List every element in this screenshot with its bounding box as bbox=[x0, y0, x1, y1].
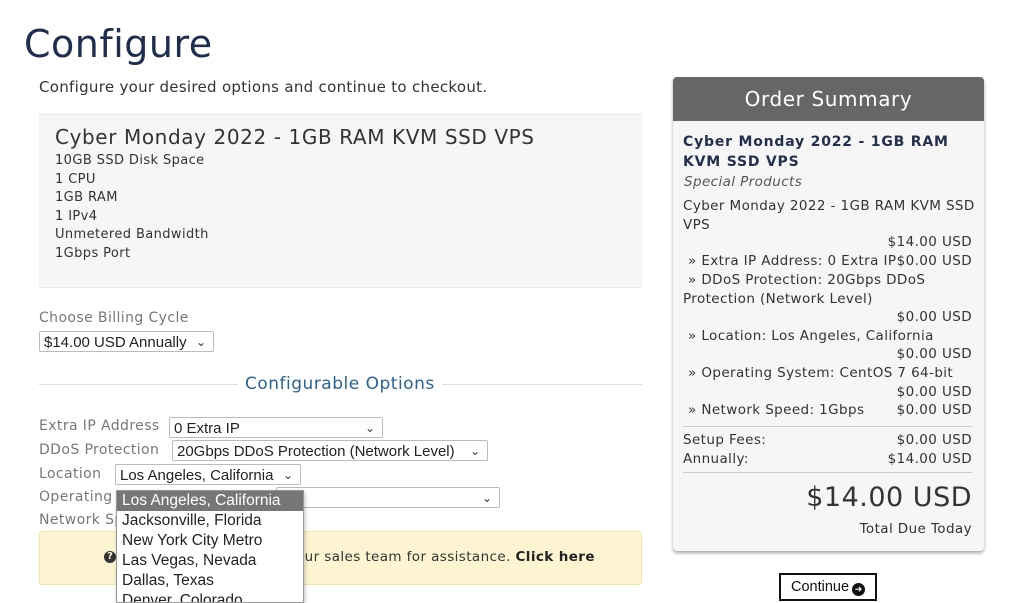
dropdown-option[interactable]: Las Vegas, Nevada bbox=[117, 551, 303, 571]
summary-os: » Operating System: CentOS 7 64-bit bbox=[688, 365, 954, 381]
billing-cycle-select[interactable]: $14.00 USD Annually ⌄ bbox=[39, 331, 214, 352]
extra-ip-select[interactable]: 0 Extra IP ⌄ bbox=[169, 417, 383, 438]
dropdown-option[interactable]: Jacksonville, Florida bbox=[117, 511, 303, 531]
location-dropdown-list[interactable]: Los Angeles, California Jacksonville, Fl… bbox=[116, 490, 304, 603]
annually-label: Annually: bbox=[683, 451, 749, 467]
summary-product-line: Cyber Monday 2022 - 1GB RAM bbox=[683, 134, 949, 150]
summary-divider bbox=[683, 426, 972, 427]
summary-location: » Location: Los Angeles, California bbox=[688, 328, 934, 344]
page-title: Configure bbox=[24, 22, 213, 66]
chevron-down-icon: ⌄ bbox=[364, 421, 375, 435]
summary-item-price: $14.00 USD bbox=[887, 234, 972, 250]
feature-item: 1 CPU bbox=[55, 171, 96, 187]
summary-location-price: $0.00 USD bbox=[896, 346, 972, 362]
sales-info-text: our sales team for assistance. Click her… bbox=[296, 549, 595, 565]
extra-ip-label: Extra IP Address bbox=[39, 418, 160, 434]
network-speed-label: Network Sp bbox=[39, 512, 124, 528]
dropdown-option[interactable]: Los Angeles, California bbox=[117, 491, 303, 511]
summary-extra-ip: » Extra IP Address: 0 Extra IP bbox=[688, 253, 897, 269]
sales-info-message: our sales team for assistance. bbox=[296, 549, 511, 565]
summary-product-line: KVM SSD VPS bbox=[683, 154, 800, 170]
page-subtitle: Configure your desired options and conti… bbox=[39, 78, 488, 96]
summary-ddos-line: » DDoS Protection: 20Gbps DDoS bbox=[688, 272, 926, 288]
billing-cycle-value: $14.00 USD Annually bbox=[44, 334, 187, 351]
arrow-circle-right-icon: ➜ bbox=[852, 583, 866, 596]
summary-os-price: $0.00 USD bbox=[896, 384, 972, 400]
summary-ddos-line: Protection (Network Level) bbox=[683, 290, 873, 307]
order-summary-header: Order Summary bbox=[673, 77, 984, 121]
chevron-down-icon: ⌄ bbox=[282, 468, 293, 482]
chevron-down-icon: ⌄ bbox=[469, 444, 480, 458]
dropdown-option[interactable]: New York City Metro bbox=[117, 531, 303, 551]
dropdown-option[interactable]: Dallas, Texas bbox=[117, 571, 303, 591]
setup-fees-label: Setup Fees: bbox=[683, 432, 767, 448]
click-here-link[interactable]: Click here bbox=[515, 549, 594, 565]
summary-extra-ip-price: $0.00 USD bbox=[896, 253, 972, 269]
ddos-value: 20Gbps DDoS Protection (Network Level) bbox=[177, 443, 455, 460]
summary-item-line: VPS bbox=[683, 216, 711, 233]
chevron-down-icon: ⌄ bbox=[481, 491, 492, 505]
summary-ddos-price: $0.00 USD bbox=[896, 309, 972, 325]
feature-item: Unmetered Bandwidth bbox=[55, 227, 209, 242]
ddos-select[interactable]: 20Gbps DDoS Protection (Network Level) ⌄ bbox=[172, 440, 488, 461]
feature-item: 1 IPv4 bbox=[55, 208, 98, 224]
feature-item: 10GB SSD Disk Space bbox=[55, 153, 205, 168]
feature-item: 1GB RAM bbox=[55, 190, 118, 205]
location-select[interactable]: Los Angeles, California ⌄ bbox=[115, 464, 301, 485]
configurable-options-title: Configurable Options bbox=[238, 374, 442, 394]
chevron-down-icon: ⌄ bbox=[195, 335, 206, 349]
dropdown-option[interactable]: Denver, Colorado bbox=[117, 591, 303, 602]
product-features: 10GB SSD Disk Space 1 CPU 1GB RAM 1 IPv4… bbox=[55, 152, 209, 263]
ddos-label: DDoS Protection bbox=[39, 442, 160, 458]
feature-item: 1Gbps Port bbox=[55, 245, 131, 261]
summary-item-name: Cyber Monday 2022 - 1GB RAM KVM SSD VPS bbox=[683, 197, 975, 234]
summary-divider bbox=[683, 472, 972, 473]
total-due-amount: $14.00 USD bbox=[806, 482, 972, 513]
product-name: Cyber Monday 2022 - 1GB RAM KVM SSD VPS bbox=[55, 125, 535, 149]
summary-product-group: Special Products bbox=[684, 174, 803, 190]
operating-system-label: Operating bbox=[39, 489, 113, 505]
order-summary-panel: Order Summary Cyber Monday 2022 - 1GB RA… bbox=[673, 77, 984, 551]
annually-value: $14.00 USD bbox=[887, 451, 972, 467]
question-circle-icon: ? bbox=[104, 551, 116, 563]
summary-item-line: Cyber Monday 2022 - 1GB RAM KVM SSD bbox=[683, 198, 975, 214]
billing-cycle-label: Choose Billing Cycle bbox=[39, 310, 189, 326]
summary-network: » Network Speed: 1Gbps bbox=[688, 402, 865, 418]
operating-system-select[interactable]: ⌄ bbox=[276, 487, 500, 508]
extra-ip-value: 0 Extra IP bbox=[174, 420, 240, 437]
continue-button[interactable]: Continue ➜ bbox=[779, 573, 877, 601]
summary-ddos: » DDoS Protection: 20Gbps DDoS Protectio… bbox=[683, 271, 925, 308]
summary-product-name: Cyber Monday 2022 - 1GB RAM KVM SSD VPS bbox=[683, 132, 949, 172]
continue-button-label: Continue bbox=[790, 579, 850, 595]
total-due-label: Total Due Today bbox=[859, 521, 972, 537]
summary-network-price: $0.00 USD bbox=[896, 402, 972, 418]
product-info-box: Cyber Monday 2022 - 1GB RAM KVM SSD VPS … bbox=[39, 114, 642, 288]
location-value: Los Angeles, California bbox=[120, 467, 274, 484]
setup-fees-value: $0.00 USD bbox=[896, 432, 972, 448]
location-label: Location bbox=[39, 466, 102, 482]
